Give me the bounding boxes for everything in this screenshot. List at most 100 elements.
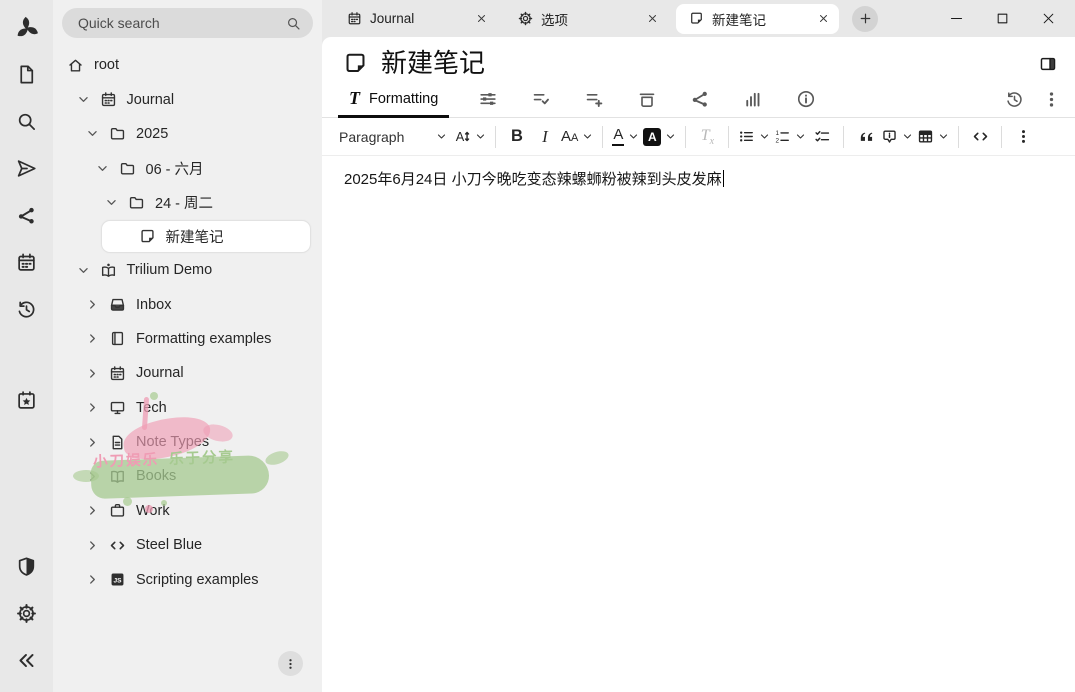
file-text-icon — [109, 434, 126, 451]
launcher-new-note-button[interactable] — [0, 51, 53, 98]
quick-search[interactable] — [62, 8, 313, 38]
ribbon-tab-note-map[interactable] — [673, 81, 726, 117]
expander-chevron-down-icon[interactable] — [86, 127, 99, 140]
tree-item-2[interactable]: 2025 — [53, 117, 322, 151]
more-options-button[interactable] — [1041, 81, 1061, 117]
bulleted-list-icon — [738, 128, 755, 145]
ribbon-tab-formatting[interactable]: T Formatting — [338, 82, 449, 118]
text-T-icon: T — [349, 88, 360, 109]
ribbon-tab-owned-attributes[interactable] — [514, 81, 567, 117]
toggle-right-pane-icon[interactable] — [1037, 53, 1059, 75]
launcher-recent-changes-button[interactable] — [0, 286, 53, 333]
heading-select-button[interactable]: Paragraph — [336, 123, 452, 151]
launcher-settings-button[interactable] — [0, 590, 53, 637]
note-title[interactable]: 新建笔记 — [381, 48, 1024, 79]
expander-chevron-right-icon[interactable] — [86, 539, 99, 552]
quick-search-input[interactable] — [76, 14, 286, 32]
tree-item-14[interactable]: Steel Blue — [53, 528, 322, 562]
tree-item-label: Scripting examples — [136, 572, 259, 588]
expander-chevron-right-icon[interactable] — [86, 367, 99, 380]
numbered-list-button[interactable]: 12 — [772, 123, 808, 151]
launcher-calendar-button[interactable] — [0, 239, 53, 286]
block-quote-icon — [857, 128, 874, 145]
tree-item-12[interactable]: Books — [53, 459, 322, 493]
todo-list-button[interactable] — [808, 123, 836, 151]
tree-item-7[interactable]: Inbox — [53, 287, 322, 321]
ribbon-tab-label: Formatting — [369, 91, 438, 107]
tree-item-13[interactable]: Work — [53, 494, 322, 528]
launcher-note-map-button[interactable] — [0, 192, 53, 239]
tree-item-3[interactable]: 06 - 六月 — [53, 151, 322, 185]
window-minimize-button[interactable] — [933, 2, 979, 36]
tab-0[interactable]: Journal — [334, 4, 497, 34]
launcher-search-button[interactable] — [0, 98, 53, 145]
ribbon-tab-similar-notes[interactable] — [726, 81, 779, 117]
tree-options-button[interactable] — [278, 651, 303, 676]
expander-chevron-right-icon[interactable] — [86, 401, 99, 414]
expander-chevron-right-icon[interactable] — [86, 436, 99, 449]
italic-button[interactable]: I — [531, 123, 559, 151]
ribbon-tab-note-info[interactable] — [779, 81, 832, 117]
tree-item-9[interactable]: Journal — [53, 356, 322, 390]
background-color-button[interactable]: A — [641, 123, 678, 151]
tab-2[interactable]: 新建笔记 — [676, 4, 839, 34]
tree-item-8[interactable]: Formatting examples — [53, 322, 322, 356]
chevron-down-icon — [436, 131, 447, 142]
launcher-protected-session-button[interactable] — [0, 543, 53, 590]
font-size-button[interactable]: A — [452, 123, 488, 151]
launcher-jump-to-button[interactable] — [0, 145, 53, 192]
bulleted-list-button[interactable] — [736, 123, 772, 151]
monitor-icon — [109, 399, 126, 416]
font-color-button[interactable]: A — [610, 123, 641, 151]
revisions-button[interactable] — [1004, 81, 1024, 117]
expander-chevron-right-icon[interactable] — [86, 298, 99, 311]
expander-chevron-right-icon[interactable] — [86, 573, 99, 586]
more-options-button[interactable] — [1009, 123, 1037, 151]
note-editor[interactable]: 2025年6月24日 小刀今晚吃变态辣螺蛳粉被辣到头皮发麻 — [322, 156, 1075, 692]
main-pane: Journal 选项 新建笔记 新建笔记 T Formatting — [322, 0, 1075, 692]
ribbon-tab-basic-properties[interactable] — [461, 81, 514, 117]
tree-item-label: Journal — [127, 92, 175, 108]
tree-item-15[interactable]: JS Scripting examples — [53, 562, 322, 596]
toolbar-separator — [958, 126, 959, 148]
ribbon-tab-inherited-attributes[interactable] — [567, 81, 620, 117]
bold-button[interactable]: B — [503, 123, 531, 151]
expander-chevron-down-icon[interactable] — [77, 264, 90, 277]
window-maximize-button[interactable] — [979, 2, 1025, 36]
ribbon: T Formatting — [322, 81, 1075, 118]
new-tab-button[interactable] — [852, 6, 878, 32]
expander-chevron-down-icon[interactable] — [96, 162, 109, 175]
launcher-collapse-pane-button[interactable] — [0, 637, 53, 684]
expander-chevron-right-icon[interactable] — [86, 332, 99, 345]
book-reader-icon — [100, 262, 117, 279]
note-icon — [689, 11, 704, 26]
tab-close-icon[interactable] — [644, 10, 661, 27]
tree-item-label: Tech — [136, 400, 167, 416]
insert-table-button[interactable] — [915, 123, 951, 151]
expander-chevron-right-icon[interactable] — [86, 470, 99, 483]
tree-item-10[interactable]: Tech — [53, 391, 322, 425]
svg-text:JS: JS — [113, 578, 122, 585]
inline-code-button[interactable] — [966, 123, 994, 151]
tree-item-5[interactable]: 新建笔记 — [101, 220, 312, 253]
window-close-button[interactable] — [1025, 2, 1071, 36]
ribbon-tab-note-paths[interactable] — [620, 81, 673, 117]
expander-chevron-right-icon[interactable] — [86, 504, 99, 517]
remove-format-button[interactable]: Tx — [693, 123, 721, 151]
tab-close-icon[interactable] — [815, 10, 832, 27]
tree-item-0[interactable]: root — [53, 48, 322, 82]
expander-chevron-down-icon[interactable] — [77, 93, 90, 106]
tab-1[interactable]: 选项 — [505, 4, 668, 34]
tree-item-11[interactable]: Note Types — [53, 425, 322, 459]
expander-chevron-down-icon[interactable] — [105, 196, 118, 209]
tree-item-1[interactable]: Journal — [53, 82, 322, 116]
admonition-button[interactable] — [879, 123, 915, 151]
trilium-app: rootJournal202506 - 六月24 - 周二新建笔记Trilium… — [0, 0, 1075, 692]
launcher-bookmarks-button[interactable] — [0, 377, 53, 424]
block-quote-button[interactable] — [851, 123, 879, 151]
tab-close-icon[interactable] — [473, 10, 490, 27]
tree-item-label: Trilium Demo — [127, 262, 213, 278]
tree-item-6[interactable]: Trilium Demo — [53, 253, 322, 287]
tree-item-4[interactable]: 24 - 周二 — [53, 186, 322, 220]
text-case-button[interactable]: AA — [559, 123, 595, 151]
